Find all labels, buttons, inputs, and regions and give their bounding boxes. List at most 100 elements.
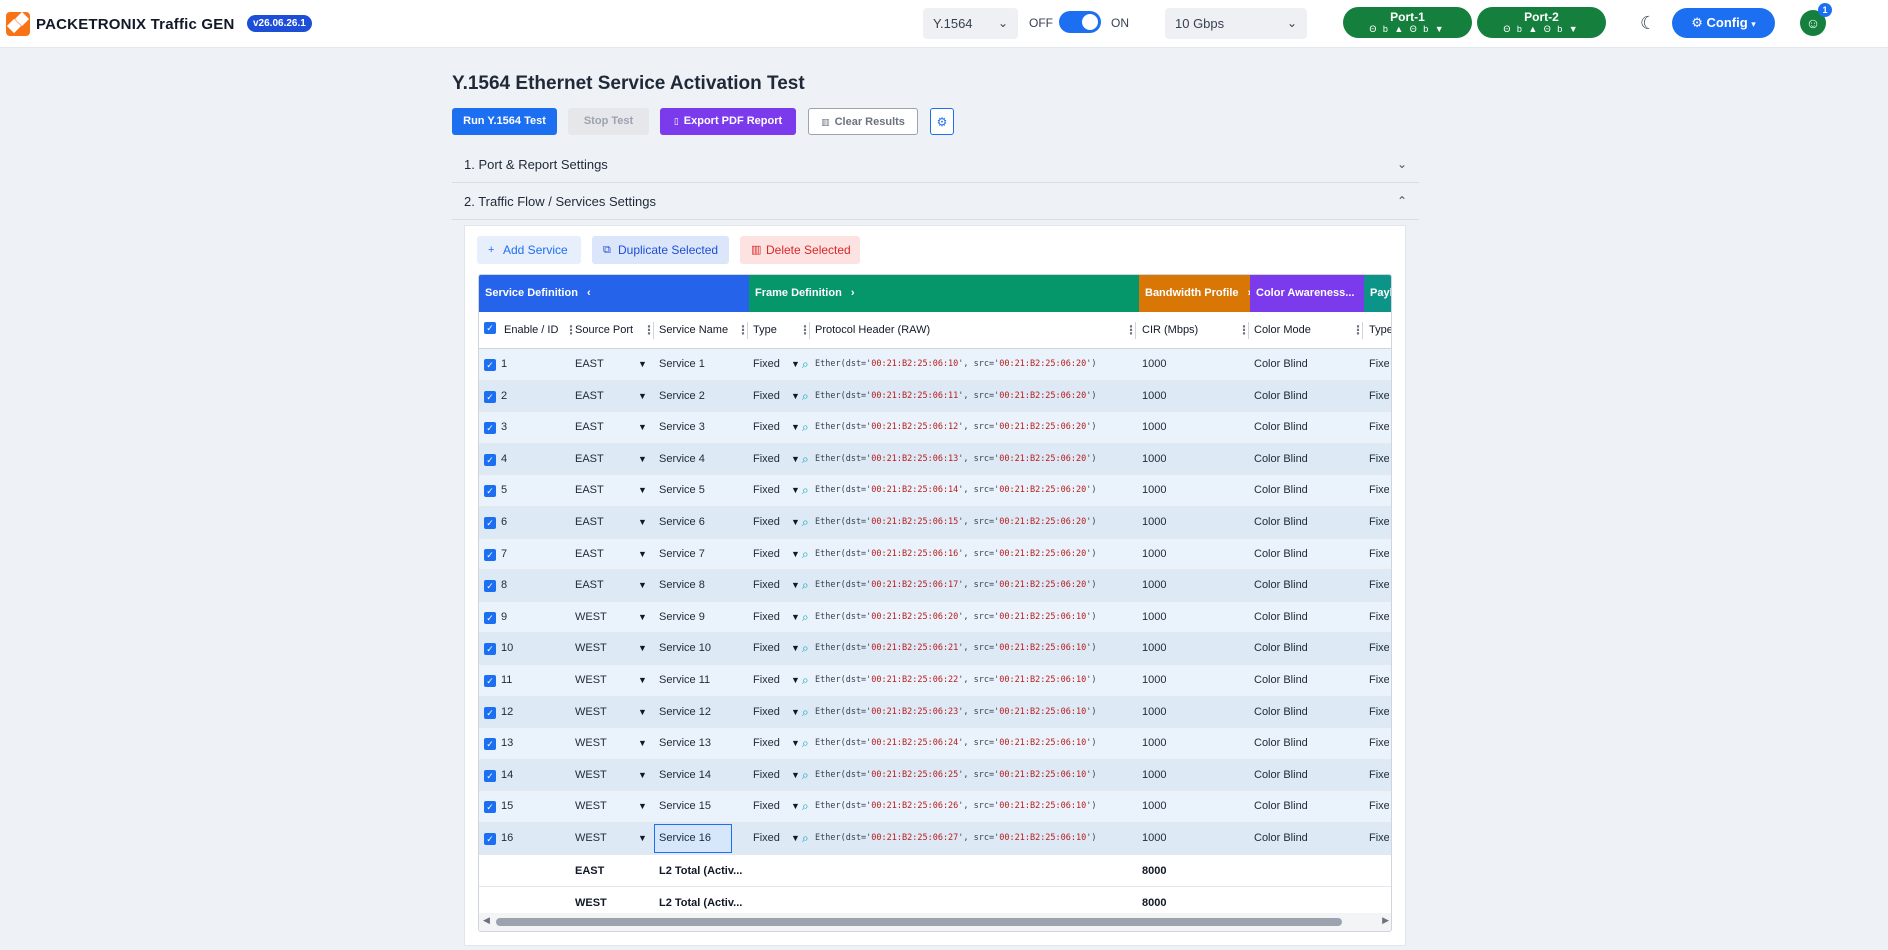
duplicate-selected-button[interactable]: ⧉ Duplicate Selected — [592, 236, 729, 264]
row-payload-type[interactable]: Fixed — [1369, 444, 1389, 475]
row-service-name[interactable]: Service 5 — [659, 475, 705, 506]
table-row[interactable]: ✓ 14 WEST ▼ Service 14 Fixed ▼ ⌕ Ether(dst='00:2… — [479, 759, 1391, 792]
run-test-button[interactable]: Run Y.1564 Test — [452, 108, 557, 135]
row-service-name[interactable]: Service 7 — [659, 539, 705, 570]
row-color-mode[interactable]: Color Blind — [1254, 412, 1308, 443]
row-enable-checkbox[interactable]: ✓ — [484, 453, 496, 466]
row-payload-type[interactable]: Fixed — [1369, 791, 1389, 822]
group-payload[interactable]: Paylo — [1364, 275, 1391, 312]
row-source-port[interactable]: EAST — [575, 570, 604, 601]
row-service-name[interactable]: Service 8 — [659, 570, 705, 601]
group-color-awareness[interactable]: Color Awareness... › — [1250, 275, 1364, 312]
row-payload-type[interactable]: Fixed — [1369, 539, 1389, 570]
horizontal-scrollbar[interactable]: ◀ ▶ — [479, 913, 1391, 931]
row-enable-checkbox[interactable]: ✓ — [484, 422, 496, 435]
row-source-port[interactable]: WEST — [575, 602, 607, 633]
caret-down-icon[interactable]: ▼ — [791, 823, 800, 854]
row-protocol-header[interactable]: Ether(dst='00:21:B2:25:06:13', src='00:2… — [815, 444, 1097, 475]
row-protocol-header[interactable]: Ether(dst='00:21:B2:25:06:21', src='00:2… — [815, 633, 1097, 664]
row-cir[interactable]: 1000 — [1142, 728, 1166, 759]
row-service-name[interactable]: Service 12 — [659, 697, 711, 728]
row-color-mode[interactable]: Color Blind — [1254, 697, 1308, 728]
group-service-definition[interactable]: Service Definition ‹ — [479, 275, 749, 312]
table-row[interactable]: ✓ 16 WEST ▼ Service 16 Fixed ▼ ⌕ Ether(dst='00:2… — [479, 823, 1391, 855]
caret-down-icon[interactable]: ▼ — [791, 728, 800, 759]
mode-select[interactable]: Y.1564 ⌄ — [923, 8, 1018, 39]
row-protocol-header[interactable]: Ether(dst='00:21:B2:25:06:20', src='00:2… — [815, 602, 1097, 633]
search-icon[interactable]: ⌕ — [802, 633, 809, 664]
caret-down-icon[interactable]: ▼ — [791, 791, 800, 822]
row-cir[interactable]: 1000 — [1142, 697, 1166, 728]
header-enable-id[interactable]: Enable / ID — [504, 312, 558, 349]
row-type[interactable]: Fixed — [753, 602, 780, 633]
header-source-port[interactable]: Source Port — [575, 312, 633, 349]
row-payload-type[interactable]: Fixed — [1369, 507, 1389, 538]
row-payload-type[interactable]: Fixed — [1369, 412, 1389, 443]
scroll-right-arrow-icon[interactable]: ▶ — [1382, 915, 1389, 926]
header-service-name[interactable]: Service Name — [659, 312, 728, 349]
row-cir[interactable]: 1000 — [1142, 570, 1166, 601]
row-service-name[interactable]: Service 15 — [659, 791, 711, 822]
row-source-port[interactable]: WEST — [575, 760, 607, 791]
row-service-name[interactable]: Service 6 — [659, 507, 705, 538]
row-source-port[interactable]: EAST — [575, 444, 604, 475]
search-icon[interactable]: ⌕ — [802, 475, 809, 506]
export-pdf-button[interactable]: ▯ Export PDF Report — [660, 108, 796, 135]
header-color-mode[interactable]: Color Mode — [1254, 312, 1311, 349]
section-traffic-flow-settings[interactable]: 2. Traffic Flow / Services Settings ⌃ — [452, 183, 1419, 220]
row-source-port[interactable]: WEST — [575, 665, 607, 696]
search-icon[interactable]: ⌕ — [802, 539, 809, 570]
caret-down-icon[interactable]: ▼ — [638, 791, 647, 822]
row-color-mode[interactable]: Color Blind — [1254, 633, 1308, 664]
row-color-mode[interactable]: Color Blind — [1254, 507, 1308, 538]
search-icon[interactable]: ⌕ — [802, 570, 809, 601]
row-enable-checkbox[interactable]: ✓ — [484, 390, 496, 403]
row-source-port[interactable]: WEST — [575, 791, 607, 822]
row-color-mode[interactable]: Color Blind — [1254, 349, 1308, 380]
settings-gear-button[interactable]: ⚙ — [930, 108, 954, 135]
row-payload-type[interactable]: Fixed — [1369, 602, 1389, 633]
row-protocol-header[interactable]: Ether(dst='00:21:B2:25:06:14', src='00:2… — [815, 475, 1097, 506]
row-enable-checkbox[interactable]: ✓ — [484, 833, 496, 845]
caret-down-icon[interactable]: ▼ — [638, 444, 647, 475]
row-service-name[interactable]: Service 11 — [659, 665, 710, 696]
row-color-mode[interactable]: Color Blind — [1254, 475, 1308, 506]
row-type[interactable]: Fixed — [753, 539, 780, 570]
row-cir[interactable]: 1000 — [1142, 444, 1166, 475]
row-enable-checkbox[interactable]: ✓ — [484, 359, 496, 371]
row-type[interactable]: Fixed — [753, 665, 780, 696]
caret-down-icon[interactable]: ▼ — [638, 633, 647, 664]
table-row[interactable]: ✓ 15 WEST ▼ Service 15 Fixed ▼ ⌕ Ether(dst='00:2… — [479, 791, 1391, 823]
row-cir[interactable]: 1000 — [1142, 349, 1166, 380]
table-row[interactable]: ✓ 3 EAST ▼ Service 3 Fixed ▼ ⌕ Ether(dst='00:21:… — [479, 412, 1391, 444]
row-protocol-header[interactable]: Ether(dst='00:21:B2:25:06:22', src='00:2… — [815, 665, 1097, 696]
row-type[interactable]: Fixed — [753, 412, 780, 443]
row-color-mode[interactable]: Color Blind — [1254, 728, 1308, 759]
row-payload-type[interactable]: Fixed — [1369, 823, 1389, 854]
row-protocol-header[interactable]: Ether(dst='00:21:B2:25:06:10', src='00:2… — [815, 349, 1097, 380]
row-enable-checkbox[interactable]: ✓ — [484, 580, 496, 593]
table-row[interactable]: ✓ 13 WEST ▼ Service 13 Fixed ▼ ⌕ Ether(dst='00:2… — [479, 728, 1391, 760]
caret-down-icon[interactable]: ▼ — [791, 697, 800, 728]
search-icon[interactable]: ⌕ — [802, 381, 809, 412]
row-payload-type[interactable]: Fixed — [1369, 475, 1389, 506]
table-row[interactable]: ✓ 2 EAST ▼ Service 2 Fixed ▼ ⌕ Ether(dst='00:21:… — [479, 380, 1391, 413]
caret-down-icon[interactable]: ▼ — [791, 602, 800, 633]
row-source-port[interactable]: WEST — [575, 823, 607, 854]
row-payload-type[interactable]: Fixed — [1369, 633, 1389, 664]
caret-down-icon[interactable]: ▼ — [638, 507, 647, 538]
row-color-mode[interactable]: Color Blind — [1254, 760, 1308, 791]
caret-down-icon[interactable]: ▼ — [638, 349, 647, 380]
search-icon[interactable]: ⌕ — [802, 444, 809, 475]
row-protocol-header[interactable]: Ether(dst='00:21:B2:25:06:23', src='00:2… — [815, 697, 1097, 728]
caret-down-icon[interactable]: ▼ — [791, 349, 800, 380]
row-protocol-header[interactable]: Ether(dst='00:21:B2:25:06:25', src='00:2… — [815, 760, 1097, 791]
row-source-port[interactable]: EAST — [575, 539, 604, 570]
row-service-name[interactable]: Service 14 — [659, 760, 711, 791]
row-cir[interactable]: 1000 — [1142, 539, 1166, 570]
select-all-checkbox[interactable]: ✓ — [484, 322, 496, 334]
caret-down-icon[interactable]: ▼ — [638, 475, 647, 506]
row-cir[interactable]: 1000 — [1142, 823, 1166, 854]
row-cir[interactable]: 1000 — [1142, 602, 1166, 633]
row-type[interactable]: Fixed — [753, 760, 780, 791]
